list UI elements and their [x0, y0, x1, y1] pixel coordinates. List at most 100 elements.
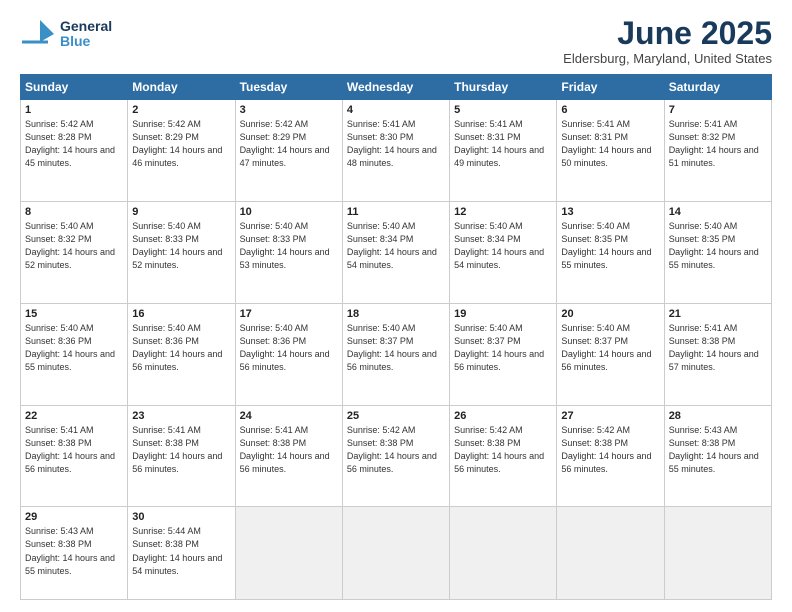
day-number: 9 — [132, 206, 230, 218]
day-number: 12 — [454, 206, 552, 218]
calendar-table: Sunday Monday Tuesday Wednesday Thursday… — [20, 74, 772, 600]
table-row — [235, 507, 342, 600]
calendar-week-4: 22 Sunrise: 5:41 AMSunset: 8:38 PMDaylig… — [21, 405, 772, 507]
table-row — [342, 507, 449, 600]
day-info: Sunrise: 5:40 AMSunset: 8:34 PMDaylight:… — [347, 221, 437, 270]
table-row: 17 Sunrise: 5:40 AMSunset: 8:36 PMDaylig… — [235, 303, 342, 405]
table-row: 30 Sunrise: 5:44 AMSunset: 8:38 PMDaylig… — [128, 507, 235, 600]
day-info: Sunrise: 5:40 AMSunset: 8:33 PMDaylight:… — [240, 221, 330, 270]
day-number: 15 — [25, 308, 123, 320]
table-row: 8 Sunrise: 5:40 AMSunset: 8:32 PMDayligh… — [21, 202, 128, 304]
day-info: Sunrise: 5:40 AMSunset: 8:32 PMDaylight:… — [25, 221, 115, 270]
day-number: 19 — [454, 308, 552, 320]
calendar-week-5: 29 Sunrise: 5:43 AMSunset: 8:38 PMDaylig… — [21, 507, 772, 600]
header: General Blue June 2025 Eldersburg, Maryl… — [20, 16, 772, 66]
day-number: 23 — [132, 410, 230, 422]
day-number: 5 — [454, 104, 552, 116]
table-row: 28 Sunrise: 5:43 AMSunset: 8:38 PMDaylig… — [664, 405, 771, 507]
table-row: 29 Sunrise: 5:43 AMSunset: 8:38 PMDaylig… — [21, 507, 128, 600]
day-number: 24 — [240, 410, 338, 422]
day-number: 22 — [25, 410, 123, 422]
logo-blue-text: Blue — [60, 34, 112, 49]
day-number: 7 — [669, 104, 767, 116]
col-wednesday: Wednesday — [342, 75, 449, 100]
table-row: 27 Sunrise: 5:42 AMSunset: 8:38 PMDaylig… — [557, 405, 664, 507]
day-number: 14 — [669, 206, 767, 218]
logo-general-text: General — [60, 19, 112, 34]
title-block: June 2025 Eldersburg, Maryland, United S… — [563, 16, 772, 66]
day-info: Sunrise: 5:40 AMSunset: 8:36 PMDaylight:… — [25, 323, 115, 372]
table-row: 26 Sunrise: 5:42 AMSunset: 8:38 PMDaylig… — [450, 405, 557, 507]
day-number: 21 — [669, 308, 767, 320]
day-info: Sunrise: 5:41 AMSunset: 8:30 PMDaylight:… — [347, 119, 437, 168]
table-row: 5 Sunrise: 5:41 AMSunset: 8:31 PMDayligh… — [450, 100, 557, 202]
day-number: 2 — [132, 104, 230, 116]
table-row — [664, 507, 771, 600]
day-info: Sunrise: 5:42 AMSunset: 8:38 PMDaylight:… — [347, 425, 437, 474]
day-number: 30 — [132, 511, 230, 523]
day-number: 20 — [561, 308, 659, 320]
logo-icon — [20, 16, 56, 52]
day-info: Sunrise: 5:42 AMSunset: 8:38 PMDaylight:… — [454, 425, 544, 474]
table-row: 13 Sunrise: 5:40 AMSunset: 8:35 PMDaylig… — [557, 202, 664, 304]
day-info: Sunrise: 5:41 AMSunset: 8:32 PMDaylight:… — [669, 119, 759, 168]
day-info: Sunrise: 5:43 AMSunset: 8:38 PMDaylight:… — [669, 425, 759, 474]
day-number: 16 — [132, 308, 230, 320]
table-row: 15 Sunrise: 5:40 AMSunset: 8:36 PMDaylig… — [21, 303, 128, 405]
table-row: 10 Sunrise: 5:40 AMSunset: 8:33 PMDaylig… — [235, 202, 342, 304]
day-number: 4 — [347, 104, 445, 116]
day-info: Sunrise: 5:40 AMSunset: 8:33 PMDaylight:… — [132, 221, 222, 270]
col-tuesday: Tuesday — [235, 75, 342, 100]
table-row: 21 Sunrise: 5:41 AMSunset: 8:38 PMDaylig… — [664, 303, 771, 405]
day-info: Sunrise: 5:41 AMSunset: 8:38 PMDaylight:… — [132, 425, 222, 474]
table-row: 9 Sunrise: 5:40 AMSunset: 8:33 PMDayligh… — [128, 202, 235, 304]
table-row: 7 Sunrise: 5:41 AMSunset: 8:32 PMDayligh… — [664, 100, 771, 202]
table-row: 18 Sunrise: 5:40 AMSunset: 8:37 PMDaylig… — [342, 303, 449, 405]
day-info: Sunrise: 5:40 AMSunset: 8:37 PMDaylight:… — [347, 323, 437, 372]
day-info: Sunrise: 5:41 AMSunset: 8:31 PMDaylight:… — [561, 119, 651, 168]
day-info: Sunrise: 5:42 AMSunset: 8:29 PMDaylight:… — [240, 119, 330, 168]
table-row: 14 Sunrise: 5:40 AMSunset: 8:35 PMDaylig… — [664, 202, 771, 304]
day-number: 17 — [240, 308, 338, 320]
table-row: 22 Sunrise: 5:41 AMSunset: 8:38 PMDaylig… — [21, 405, 128, 507]
table-row: 16 Sunrise: 5:40 AMSunset: 8:36 PMDaylig… — [128, 303, 235, 405]
calendar-header-row: Sunday Monday Tuesday Wednesday Thursday… — [21, 75, 772, 100]
day-info: Sunrise: 5:41 AMSunset: 8:38 PMDaylight:… — [240, 425, 330, 474]
table-row: 4 Sunrise: 5:41 AMSunset: 8:30 PMDayligh… — [342, 100, 449, 202]
day-info: Sunrise: 5:40 AMSunset: 8:35 PMDaylight:… — [561, 221, 651, 270]
day-info: Sunrise: 5:41 AMSunset: 8:38 PMDaylight:… — [669, 323, 759, 372]
col-monday: Monday — [128, 75, 235, 100]
col-thursday: Thursday — [450, 75, 557, 100]
calendar-week-3: 15 Sunrise: 5:40 AMSunset: 8:36 PMDaylig… — [21, 303, 772, 405]
page: General Blue June 2025 Eldersburg, Maryl… — [0, 0, 792, 612]
table-row: 23 Sunrise: 5:41 AMSunset: 8:38 PMDaylig… — [128, 405, 235, 507]
day-info: Sunrise: 5:44 AMSunset: 8:38 PMDaylight:… — [132, 526, 222, 575]
day-info: Sunrise: 5:41 AMSunset: 8:38 PMDaylight:… — [25, 425, 115, 474]
day-number: 25 — [347, 410, 445, 422]
day-number: 6 — [561, 104, 659, 116]
day-info: Sunrise: 5:40 AMSunset: 8:36 PMDaylight:… — [132, 323, 222, 372]
day-info: Sunrise: 5:40 AMSunset: 8:37 PMDaylight:… — [454, 323, 544, 372]
col-sunday: Sunday — [21, 75, 128, 100]
day-number: 8 — [25, 206, 123, 218]
day-number: 28 — [669, 410, 767, 422]
table-row: 24 Sunrise: 5:41 AMSunset: 8:38 PMDaylig… — [235, 405, 342, 507]
day-number: 10 — [240, 206, 338, 218]
day-number: 27 — [561, 410, 659, 422]
day-info: Sunrise: 5:42 AMSunset: 8:38 PMDaylight:… — [561, 425, 651, 474]
calendar-week-2: 8 Sunrise: 5:40 AMSunset: 8:32 PMDayligh… — [21, 202, 772, 304]
day-info: Sunrise: 5:40 AMSunset: 8:35 PMDaylight:… — [669, 221, 759, 270]
table-row: 11 Sunrise: 5:40 AMSunset: 8:34 PMDaylig… — [342, 202, 449, 304]
day-info: Sunrise: 5:40 AMSunset: 8:37 PMDaylight:… — [561, 323, 651, 372]
day-number: 18 — [347, 308, 445, 320]
day-info: Sunrise: 5:40 AMSunset: 8:34 PMDaylight:… — [454, 221, 544, 270]
table-row — [450, 507, 557, 600]
day-info: Sunrise: 5:40 AMSunset: 8:36 PMDaylight:… — [240, 323, 330, 372]
table-row: 19 Sunrise: 5:40 AMSunset: 8:37 PMDaylig… — [450, 303, 557, 405]
table-row: 3 Sunrise: 5:42 AMSunset: 8:29 PMDayligh… — [235, 100, 342, 202]
logo: General Blue — [20, 16, 112, 52]
month-title: June 2025 — [563, 16, 772, 51]
day-number: 3 — [240, 104, 338, 116]
day-number: 11 — [347, 206, 445, 218]
table-row — [557, 507, 664, 600]
